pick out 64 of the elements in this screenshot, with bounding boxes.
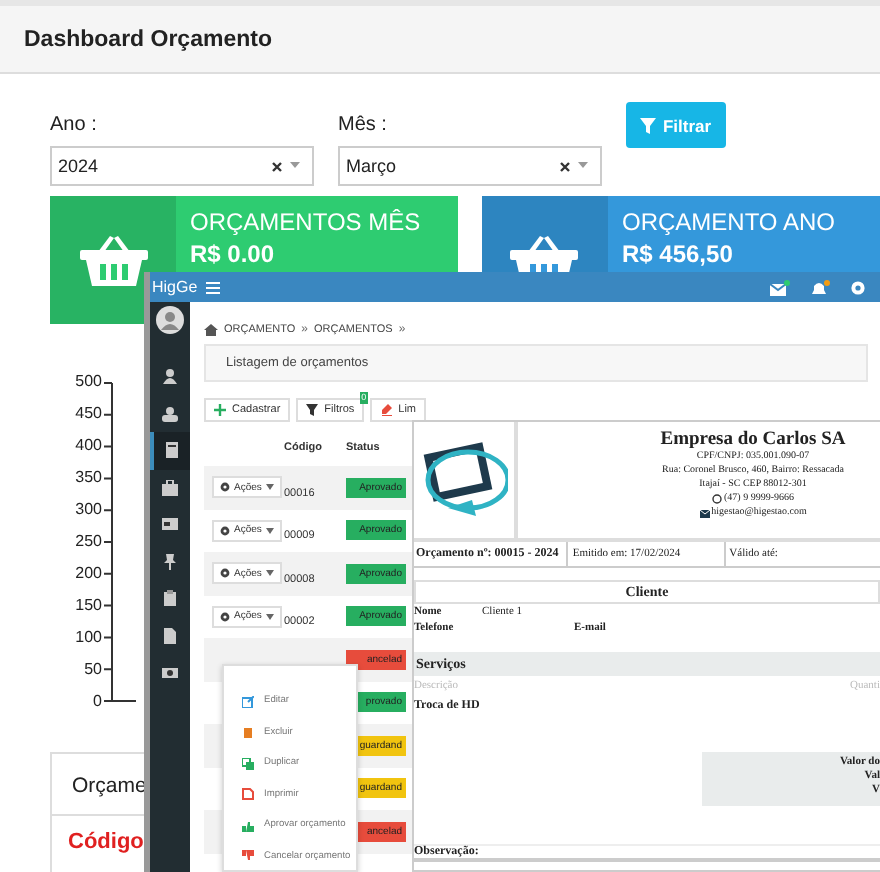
gear-icon <box>220 568 230 579</box>
card-value: R$ 0.00 <box>190 240 277 268</box>
gear-icon <box>220 611 230 622</box>
bell-icon[interactable] <box>810 279 830 295</box>
card-value: R$ 456,50 <box>621 240 735 268</box>
caret-icon <box>265 527 274 534</box>
gear-icon <box>220 482 230 493</box>
briefcase-icon <box>162 479 178 496</box>
card-icon <box>162 516 178 533</box>
card-title: ORÇAMENTOS MÊS <box>190 208 421 236</box>
menu-icon[interactable] <box>205 281 220 293</box>
axis-label: 0 <box>91 694 102 710</box>
caret-icon <box>578 162 588 170</box>
trash-icon <box>242 726 254 739</box>
clear-icon[interactable] <box>560 161 570 171</box>
basket-icon <box>79 234 147 286</box>
axis-label: 350 <box>73 470 102 486</box>
axis-label: 200 <box>73 566 102 582</box>
avatar-icon <box>156 306 184 334</box>
select-field[interactable]: Março <box>338 146 602 186</box>
copy-icon <box>242 757 254 770</box>
page-title: Dashboard Orçamento <box>24 27 272 51</box>
thumbs-up-icon <box>242 819 254 832</box>
caret-icon <box>265 484 274 491</box>
select-field[interactable]: 2024 <box>50 146 314 186</box>
user-icon <box>162 368 178 385</box>
mail-icon[interactable] <box>770 279 790 295</box>
gear-icon <box>220 525 230 536</box>
caret-icon <box>265 570 274 577</box>
filter-icon <box>306 404 319 416</box>
axis-label: 50 <box>82 662 102 678</box>
sidebar-item[interactable] <box>150 432 190 469</box>
axis-label: 450 <box>73 406 102 422</box>
plus-icon <box>214 404 226 416</box>
axis-label: 250 <box>73 534 102 550</box>
app-title: HigGe <box>152 278 198 296</box>
caret-icon <box>290 162 300 170</box>
axis-label: 100 <box>73 630 102 646</box>
axis-label: 500 <box>73 374 102 390</box>
envelope-icon <box>699 509 710 517</box>
file-icon <box>242 788 254 801</box>
filter-icon <box>640 117 657 133</box>
eraser-icon <box>380 404 393 416</box>
pin-icon <box>162 553 178 570</box>
document-icon <box>162 627 178 644</box>
camera-icon <box>162 664 178 681</box>
field-label: Ano : <box>50 114 99 136</box>
card-title: ORÇAMENTO ANO <box>621 208 835 236</box>
book-icon <box>164 442 180 459</box>
thumbs-down-icon <box>242 850 254 863</box>
clipboard-icon <box>162 590 178 607</box>
company-name: Empresa do Carlos SA <box>660 430 846 450</box>
group-icon <box>162 405 178 422</box>
edit-icon <box>242 695 254 708</box>
axis-label: 150 <box>73 598 102 614</box>
caret-icon <box>265 613 274 620</box>
axis-label: 400 <box>73 438 102 454</box>
phone-icon <box>712 494 722 504</box>
home-icon <box>204 323 218 335</box>
column-header: Código <box>66 828 146 854</box>
settings-icon[interactable] <box>850 279 866 295</box>
field-label: Mês : <box>338 114 389 136</box>
clear-icon[interactable] <box>272 161 282 171</box>
axis-label: 300 <box>73 502 102 518</box>
